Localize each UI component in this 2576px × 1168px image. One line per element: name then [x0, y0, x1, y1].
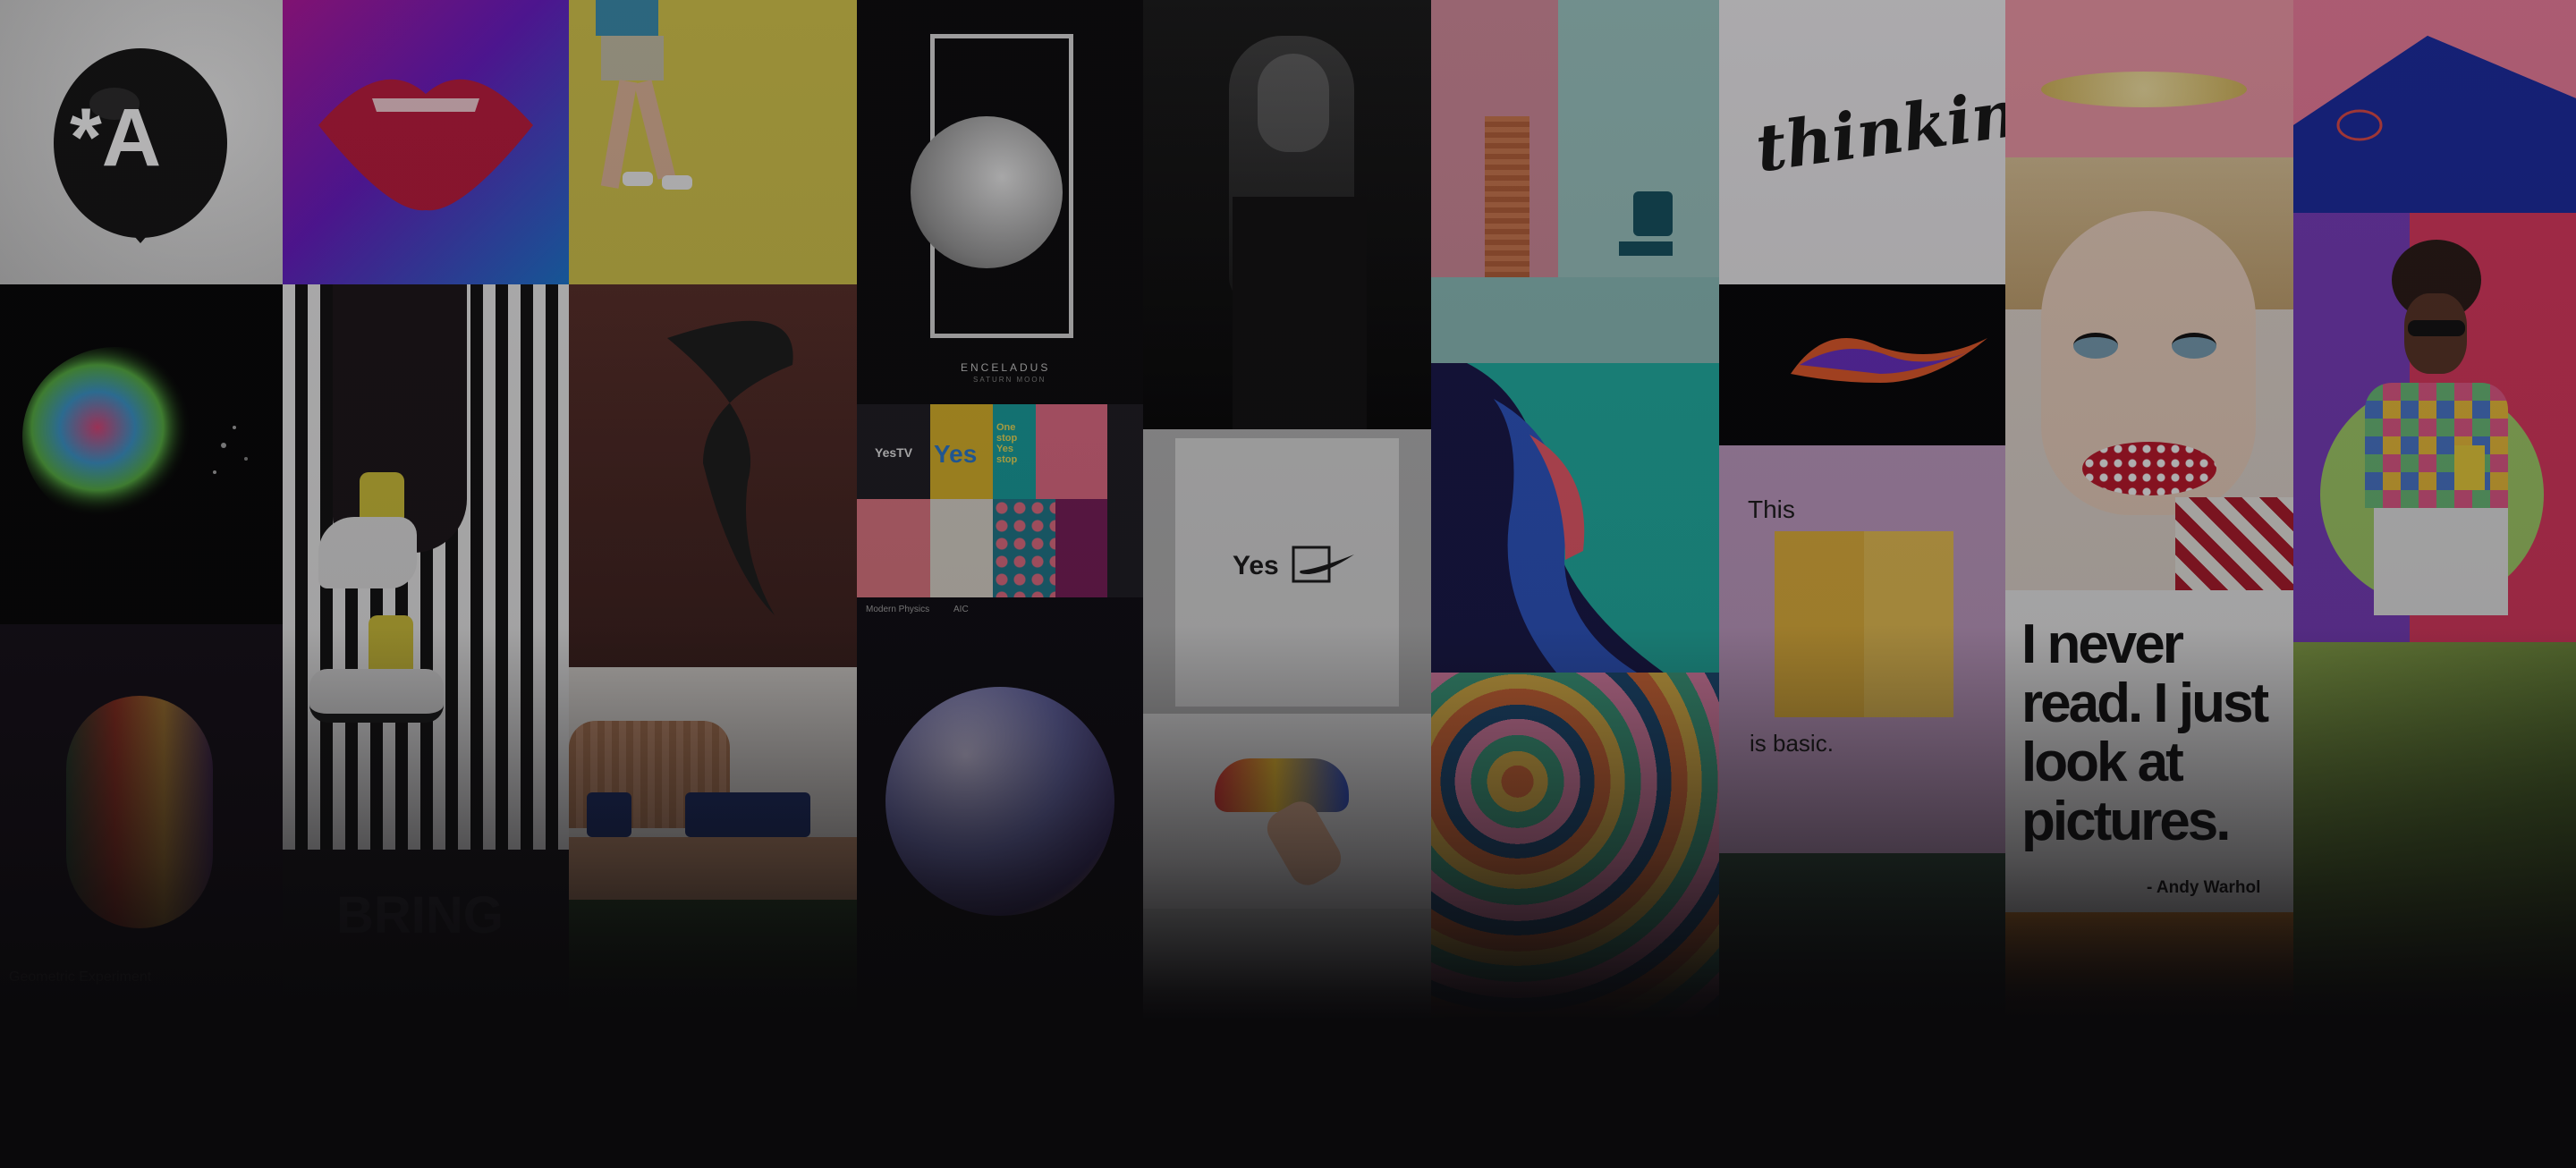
enceladus-tile: ENCELADUS SATURN MOON: [857, 0, 1143, 404]
plants-tile: [569, 900, 857, 1036]
iridescent-sphere: [886, 687, 1114, 916]
poster-grid-tile: YesTV Yes One stop Yes stop: [857, 404, 1143, 597]
makeup-face-tile: [2005, 157, 2293, 590]
warhol-tile: I never read. I just look at pictures. -…: [2005, 590, 2293, 912]
balloon-glyph: *A: [70, 92, 162, 183]
neon-wave-icon: [1791, 338, 1987, 383]
poster-coral: [857, 499, 930, 597]
leaves-tile: [2293, 642, 2576, 1036]
shorts: [601, 36, 664, 80]
chair-tile: [1431, 0, 1719, 363]
right-eye: [2172, 333, 2216, 359]
poster-cream: [930, 499, 993, 597]
poster-purple: [1055, 499, 1107, 597]
woman-tile: [2293, 213, 2576, 642]
poster-paper: [1175, 438, 1399, 707]
ghost-text: BRING: [336, 886, 504, 944]
balloon-tile: *A: [0, 0, 283, 284]
enceladus-title: ENCELADUS: [961, 361, 1051, 374]
yellow-cup: [2454, 445, 2485, 490]
geometric-title: Geometric Experiment: [9, 969, 152, 985]
floor: [569, 837, 857, 900]
neon-tile: [1719, 284, 2005, 445]
basic-tile: This is basic.: [1719, 445, 2005, 853]
furniture-tile: [569, 667, 857, 900]
white-skirt: [2374, 508, 2508, 615]
poster-big-letters: Yes: [934, 440, 978, 468]
orange-tile: [2005, 912, 2293, 1036]
left-eye: [2073, 333, 2118, 359]
cobalt-tile: [2293, 0, 2576, 213]
sunglasses: [2408, 320, 2465, 336]
portrait-tile: [1143, 0, 1431, 429]
right-leg: [633, 80, 676, 180]
warhol-author: - Andy Warhol: [2147, 878, 2261, 897]
modern-physics-tile: Modern Physics AIC: [857, 597, 1143, 1036]
pink-food-tile: [2005, 0, 2293, 157]
yestv-logo: YesTV: [875, 445, 913, 460]
cobalt-geometric-icon: [2293, 0, 2576, 213]
food-pile: [2041, 72, 2247, 107]
sneaker-left: [623, 172, 653, 186]
thinking-tile: thinking: [1719, 0, 2005, 284]
nike-tile: Yes: [1143, 429, 1431, 714]
sneaker: [1215, 758, 1349, 812]
tropical-leaves-tile: [1719, 853, 2005, 1036]
poster-teal-dots: [993, 499, 1055, 597]
geometric-tile: Geometric Experiment: [0, 624, 283, 1036]
yellow-legs-tile: [569, 0, 857, 284]
ribbon-tile: [569, 284, 857, 667]
blue-sofa: [685, 792, 810, 837]
lips-tile: [283, 0, 569, 284]
lips-icon: [318, 79, 533, 211]
ghost-text-tile: BRING: [283, 850, 569, 1036]
enceladus-subtitle: SATURN MOON: [973, 376, 1046, 384]
stones-tile: [1143, 909, 1431, 1036]
poster-pink: [1036, 404, 1107, 499]
nike-box-icon: [1292, 546, 1354, 583]
thinking-script: thinking: [1750, 68, 2005, 187]
caption-left: Modern Physics: [866, 605, 930, 614]
stacked-chairs: [1485, 116, 1530, 277]
abstract-tile: [1431, 363, 1719, 673]
floral-tile: [1431, 673, 1719, 1036]
glowing-cylinder: [66, 696, 213, 928]
color-splash-icon: [22, 347, 248, 526]
basic-top-text: This: [1748, 495, 1795, 523]
floor-teal: [1431, 277, 1719, 363]
ribbon-icon: [667, 320, 793, 615]
moon-icon: [911, 116, 1063, 268]
warhol-quote: I never read. I just look at pictures.: [2021, 614, 2269, 852]
splash-tile: [0, 284, 283, 624]
sneaker-right: [662, 175, 692, 190]
scarf: [2175, 497, 2293, 590]
white-shoe-lower: [309, 669, 444, 723]
basic-bottom-text: is basic.: [1750, 730, 1834, 757]
shoe-tile: [1143, 714, 1431, 909]
patterned-top: [2365, 383, 2508, 508]
teal-chair-back: [1633, 191, 1673, 236]
white-shoe-upper: [318, 517, 417, 588]
image-mosaic: *A Geometric Experiment BRING ENCELADUS …: [0, 0, 2576, 1168]
poster-bold-text: One stop Yes stop: [996, 422, 1018, 465]
nike-text: Yes: [1233, 551, 1279, 580]
shirt-dark: [1233, 197, 1367, 429]
yellow-book: [1775, 531, 1953, 717]
abstract-shape-icon: [1431, 363, 1664, 673]
stripes-tile: [283, 284, 569, 850]
teal-chair-seat: [1619, 241, 1673, 256]
shirt: [596, 0, 658, 36]
caption-right: AIC: [953, 605, 969, 614]
polka-lips: [2082, 442, 2216, 495]
blue-chair: [587, 792, 631, 837]
